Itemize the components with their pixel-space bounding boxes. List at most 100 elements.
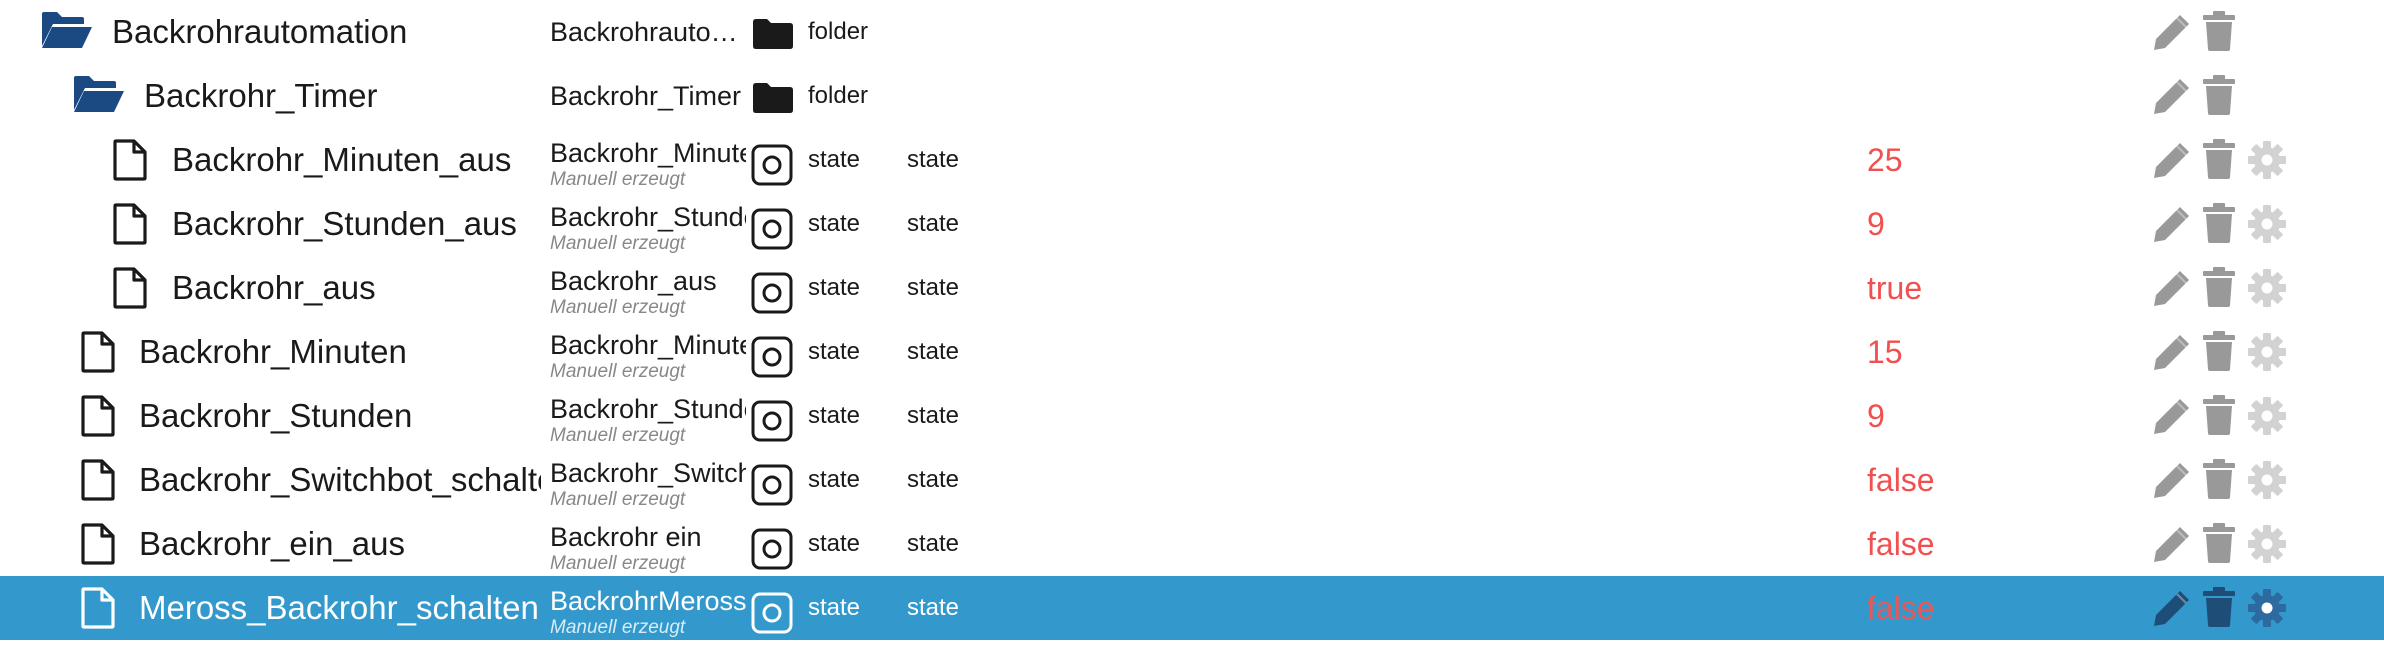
pencil-icon[interactable] xyxy=(2152,13,2192,56)
trash-icon[interactable] xyxy=(2202,395,2236,440)
file-icon xyxy=(112,267,148,314)
file-icon xyxy=(80,587,116,634)
tree-row[interactable]: Backrohr_Timer Backrohr_Timer folder xyxy=(0,64,2384,128)
trash-icon[interactable] xyxy=(2202,587,2236,632)
object-type: state xyxy=(808,338,861,365)
state-value[interactable]: false xyxy=(1867,512,1935,576)
file-icon xyxy=(80,395,116,442)
object-type: state xyxy=(808,466,861,493)
gear-icon[interactable] xyxy=(2247,332,2287,377)
object-role: state xyxy=(907,530,960,557)
object-id: Backrohr_Minuten xyxy=(139,333,407,370)
trash-icon[interactable] xyxy=(2202,523,2236,568)
object-description: Manuell erzeugt xyxy=(550,490,686,510)
tree-row[interactable]: Backrohr_ein_aus Backrohr ein Manuell erze… xyxy=(0,512,2384,576)
trash-icon[interactable] xyxy=(2202,139,2236,184)
object-role: state xyxy=(907,402,960,429)
gear-icon[interactable] xyxy=(2247,140,2287,185)
object-id: Backrohr_ein_aus xyxy=(139,525,405,562)
tree-row[interactable]: Backrohr_Stunden Backrohr_Stunde Manuell e… xyxy=(0,384,2384,448)
state-value[interactable]: false xyxy=(1867,448,1935,512)
object-type: folder xyxy=(808,82,869,109)
state-icon xyxy=(751,400,793,447)
tree-row[interactable]: Backrohr_aus Backrohr_aus Manuell erzeugt s… xyxy=(0,256,2384,320)
gear-icon[interactable] xyxy=(2247,396,2287,441)
object-description: Manuell erzeugt xyxy=(550,618,686,638)
folder-icon xyxy=(752,82,794,119)
state-value[interactable]: 9 xyxy=(1867,384,1885,448)
object-id: Backrohrautomation xyxy=(112,13,408,50)
state-icon xyxy=(751,272,793,319)
state-value[interactable]: 9 xyxy=(1867,192,1885,256)
folder-open-icon[interactable] xyxy=(40,10,94,55)
trash-icon[interactable] xyxy=(2202,331,2236,376)
trash-icon[interactable] xyxy=(2202,267,2236,312)
object-type: state xyxy=(808,530,861,557)
object-description: Manuell erzeugt xyxy=(550,554,686,574)
tree-row[interactable]: Backrohrautomation Backrohrauto… folder xyxy=(0,0,2384,64)
gear-icon[interactable] xyxy=(2247,588,2287,633)
tree-row[interactable]: Meross_Backrohr_schalten BackrohrMeross Ma… xyxy=(0,576,2384,640)
pencil-icon[interactable] xyxy=(2152,589,2192,632)
state-value[interactable]: 15 xyxy=(1867,320,1903,384)
state-icon xyxy=(751,464,793,511)
state-icon xyxy=(751,592,793,639)
object-id: Backrohr_Minuten_aus xyxy=(172,141,512,178)
object-type: state xyxy=(808,210,861,237)
object-display-name: BackrohrMeross xyxy=(550,586,746,616)
tree-row[interactable]: Backrohr_Switchbot_schalten Backrohr_Swit… xyxy=(0,448,2384,512)
state-value[interactable]: true xyxy=(1867,256,1922,320)
object-role: state xyxy=(907,338,960,365)
object-display-name: Backrohr_Minute xyxy=(550,330,746,360)
object-type: state xyxy=(808,146,861,173)
pencil-icon[interactable] xyxy=(2152,461,2192,504)
object-role: state xyxy=(907,466,960,493)
object-display-name: Backrohr ein xyxy=(550,522,702,552)
file-icon xyxy=(112,203,148,250)
pencil-icon[interactable] xyxy=(2152,397,2192,440)
object-description: Manuell erzeugt xyxy=(550,170,686,190)
object-description: Manuell erzeugt xyxy=(550,298,686,318)
state-value[interactable]: 25 xyxy=(1867,128,1903,192)
pencil-icon[interactable] xyxy=(2152,525,2192,568)
pencil-icon[interactable] xyxy=(2152,77,2192,120)
object-role: state xyxy=(907,146,960,173)
object-display-name: Backrohr_aus xyxy=(550,266,717,296)
object-id: Backrohr_Timer xyxy=(144,77,378,114)
trash-icon[interactable] xyxy=(2202,11,2236,56)
gear-icon[interactable] xyxy=(2247,524,2287,569)
gear-icon[interactable] xyxy=(2247,268,2287,313)
object-display-name: Backrohr_Stunde xyxy=(550,394,746,424)
file-icon xyxy=(112,139,148,186)
object-role: state xyxy=(907,274,960,301)
object-type: state xyxy=(808,402,861,429)
state-icon xyxy=(751,528,793,575)
object-display-name: Backrohrauto… xyxy=(550,17,738,47)
object-role: state xyxy=(907,594,960,621)
object-id: Backrohr_aus xyxy=(172,269,376,306)
object-display-name: Backrohr_Timer xyxy=(550,81,742,111)
object-id: Backrohr_Stunden xyxy=(139,397,413,434)
trash-icon[interactable] xyxy=(2202,459,2236,504)
trash-icon[interactable] xyxy=(2202,75,2236,120)
object-display-name: Backrohr_Stunde xyxy=(550,202,746,232)
tree-row[interactable]: Backrohr_Minuten Backrohr_Minute Manuell e… xyxy=(0,320,2384,384)
object-id: Backrohr_Switchbot_schalten xyxy=(139,461,541,498)
folder-open-icon[interactable] xyxy=(72,74,126,119)
gear-icon[interactable] xyxy=(2247,204,2287,249)
state-value[interactable]: false xyxy=(1867,576,1935,640)
tree-row[interactable]: Backrohr_Stunden_aus Backrohr_Stunde Manue… xyxy=(0,192,2384,256)
state-icon xyxy=(751,208,793,255)
pencil-icon[interactable] xyxy=(2152,333,2192,376)
object-display-name: Backrohr_Switch xyxy=(550,458,746,488)
object-id: Backrohr_Stunden_aus xyxy=(172,205,517,242)
object-type: folder xyxy=(808,18,869,45)
pencil-icon[interactable] xyxy=(2152,269,2192,312)
pencil-icon[interactable] xyxy=(2152,205,2192,248)
object-display-name: Backrohr_Minute xyxy=(550,138,746,168)
tree-row[interactable]: Backrohr_Minuten_aus Backrohr_Minute Manue… xyxy=(0,128,2384,192)
state-icon xyxy=(751,144,793,191)
trash-icon[interactable] xyxy=(2202,203,2236,248)
gear-icon[interactable] xyxy=(2247,460,2287,505)
pencil-icon[interactable] xyxy=(2152,141,2192,184)
